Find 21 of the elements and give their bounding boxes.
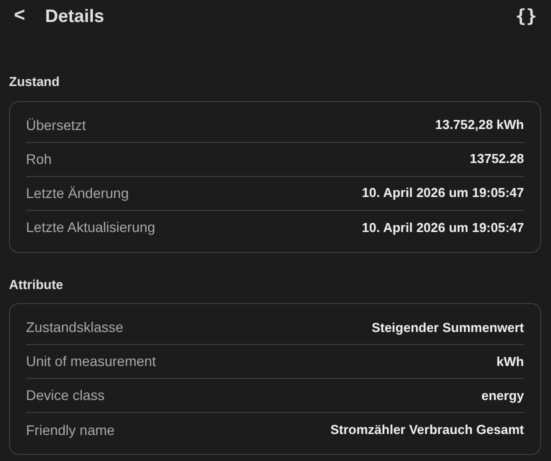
attribute-value: Stromzähler Verbrauch Gesamt [330,421,524,440]
attribute-label: Letzte Aktualisierung [26,218,156,237]
attribute-label: Friendly name [26,420,115,440]
attribute-label: Unit of measurement [26,352,156,371]
attribute-label: Übersetzt [26,116,86,134]
attribute-label: Roh [26,150,52,168]
back-button[interactable]: < [8,1,32,31]
section-title: Attribute [9,276,64,294]
page-title: Details [45,4,104,28]
attribute-label: Zustandsklasse [26,318,124,337]
attribute-value: 13752.28 [470,150,524,168]
attribute-value: 13.752,28 kWh [435,116,524,134]
attribute-value: energy [481,386,524,405]
section-title: Zustand [9,73,61,91]
attribute-value: 10. April 2026 um 19:05:47 [362,184,524,202]
attribute-value: Steigender Summenwert [372,318,524,337]
attribute-value: 10. April 2026 um 19:05:47 [362,218,524,237]
attribute-label: Letzte Änderung [26,184,129,203]
attribute-value: kWh [496,352,524,371]
code-button[interactable]: {} [511,2,541,30]
attribute-label: Device class [26,386,105,405]
